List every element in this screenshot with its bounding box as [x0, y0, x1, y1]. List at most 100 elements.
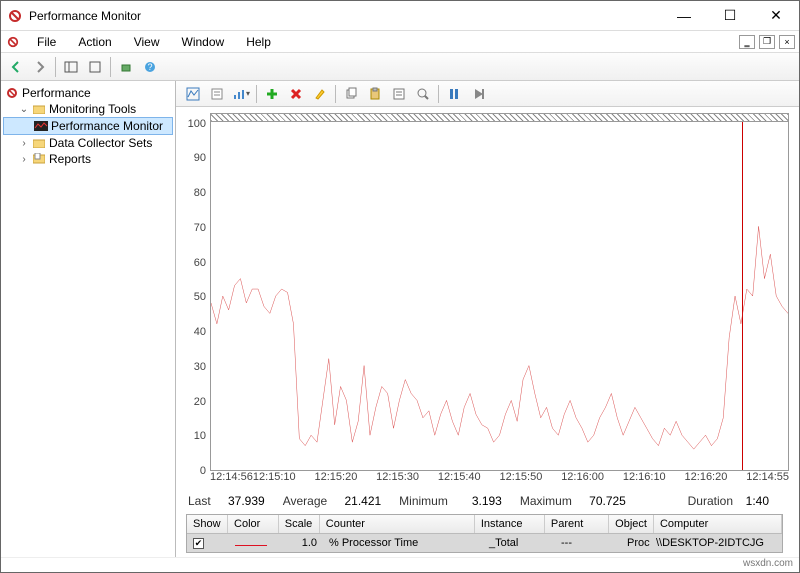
menu-file[interactable]: File	[31, 33, 62, 51]
y-tick: 0	[200, 465, 206, 477]
view-current-activity-button[interactable]	[182, 83, 204, 105]
tree-reports-label: Reports	[49, 152, 91, 166]
th-show[interactable]: Show	[187, 515, 228, 533]
navigation-tree[interactable]: Performance ⌄ Monitoring Tools Performan…	[1, 81, 176, 557]
zoom-button[interactable]	[412, 83, 434, 105]
cell-color	[229, 534, 281, 552]
back-button[interactable]	[5, 56, 27, 78]
menu-help[interactable]: Help	[240, 33, 277, 51]
view-log-data-button[interactable]	[206, 83, 228, 105]
help-icon[interactable]: ?	[139, 56, 161, 78]
maximize-button[interactable]: ☐	[707, 1, 753, 31]
tree-root-performance[interactable]: Performance	[3, 85, 173, 101]
show-hide-tree-button[interactable]	[60, 56, 82, 78]
chart-container: 0102030405060708090100 12:14:5612:15:101…	[176, 107, 799, 557]
menu-action[interactable]: Action	[72, 33, 117, 51]
app-icon	[7, 8, 23, 24]
collapse-icon[interactable]: ⌄	[19, 104, 29, 115]
th-counter[interactable]: Counter	[320, 515, 475, 533]
forward-button[interactable]	[29, 56, 51, 78]
paste-counter-list-button[interactable]	[364, 83, 386, 105]
tree-monitoring-label: Monitoring Tools	[49, 102, 136, 116]
th-color[interactable]: Color	[228, 515, 279, 533]
footer: wsxdn.com	[1, 557, 799, 572]
x-tick: 12:14:56	[210, 471, 253, 489]
app-window: Performance Monitor — ☐ ✕ File Action Vi…	[0, 0, 800, 573]
y-axis: 0102030405060708090100	[180, 113, 210, 471]
cell-computer: \\DESKTOP-2IDTCJG	[650, 534, 782, 552]
x-tick: 12:16:20	[685, 471, 747, 489]
freeze-display-button[interactable]	[443, 83, 465, 105]
close-button[interactable]: ✕	[753, 1, 799, 31]
content-pane: ▾ 0102030405060708090100	[176, 81, 799, 557]
th-instance[interactable]: Instance	[475, 515, 545, 533]
body-split: Performance ⌄ Monitoring Tools Performan…	[1, 81, 799, 557]
cell-parent: ---	[555, 534, 621, 552]
x-tick: 12:16:10	[623, 471, 685, 489]
counter-table[interactable]: Show Color Scale Counter Instance Parent…	[186, 514, 783, 553]
cell-show[interactable]: ✔	[187, 534, 229, 552]
add-counter-button[interactable]	[261, 83, 283, 105]
table-header: Show Color Scale Counter Instance Parent…	[187, 515, 782, 534]
tree-data-collector-sets[interactable]: › Data Collector Sets	[3, 135, 173, 151]
x-tick: 12:15:30	[376, 471, 438, 489]
menu-window[interactable]: Window	[176, 33, 231, 51]
stats-minimum-value: 3.193	[454, 494, 502, 508]
y-tick: 40	[194, 326, 206, 338]
footer-text: wsxdn.com	[743, 558, 793, 569]
x-tick: 12:15:10	[253, 471, 315, 489]
mdi-restore-button[interactable]: ❐	[759, 35, 775, 49]
y-tick: 70	[194, 222, 206, 234]
expand-icon[interactable]: ›	[19, 154, 29, 165]
svg-text:?: ?	[147, 62, 152, 72]
stats-last-value: 37.939	[217, 494, 265, 508]
show-checkbox[interactable]: ✔	[193, 538, 204, 549]
tree-root-label: Performance	[22, 86, 91, 100]
delete-counter-button[interactable]	[285, 83, 307, 105]
th-computer[interactable]: Computer	[654, 515, 782, 533]
update-data-button[interactable]	[467, 83, 489, 105]
th-object[interactable]: Object	[609, 515, 654, 533]
menu-view[interactable]: View	[128, 33, 166, 51]
refresh-icon[interactable]	[115, 56, 137, 78]
stats-duration-label: Duration	[688, 494, 733, 508]
color-swatch	[235, 545, 267, 546]
x-tick: 12:15:50	[500, 471, 562, 489]
stats-row: Last 37.939 Average 21.421 Minimum 3.193…	[180, 489, 789, 512]
tree-datasets-label: Data Collector Sets	[49, 136, 152, 150]
y-tick: 60	[194, 257, 206, 269]
stats-minimum-label: Minimum	[399, 494, 448, 508]
tree-reports[interactable]: › Reports	[3, 151, 173, 167]
title-bar: Performance Monitor — ☐ ✕	[1, 1, 799, 31]
highlight-button[interactable]	[309, 83, 331, 105]
stats-average-label: Average	[283, 494, 327, 508]
properties-button[interactable]	[84, 56, 106, 78]
window-title: Performance Monitor	[29, 9, 141, 23]
stats-last-label: Last	[188, 494, 211, 508]
x-axis: 12:14:5612:15:1012:15:2012:15:3012:15:40…	[180, 471, 789, 489]
table-row[interactable]: ✔ 1.0 % Processor Time _Total --- Proces…	[187, 534, 782, 552]
cell-scale: 1.0	[281, 534, 323, 552]
series-line	[211, 226, 788, 449]
copy-properties-button[interactable]	[340, 83, 362, 105]
y-tick: 20	[194, 396, 206, 408]
plot-area: 0102030405060708090100	[180, 113, 789, 471]
minimize-button[interactable]: —	[661, 1, 707, 31]
th-parent[interactable]: Parent	[545, 515, 609, 533]
stats-average-value: 21.421	[333, 494, 381, 508]
stats-duration-value: 1:40	[739, 494, 769, 508]
x-tick: 12:15:20	[315, 471, 377, 489]
properties-button-chart[interactable]	[388, 83, 410, 105]
th-scale[interactable]: Scale	[279, 515, 320, 533]
menu-bar: File Action View Window Help ‗ ❐ ×	[1, 31, 799, 53]
mdi-close-button[interactable]: ×	[779, 35, 795, 49]
mdi-minimize-button[interactable]: ‗	[739, 35, 755, 49]
expand-icon[interactable]: ›	[19, 138, 29, 149]
x-tick: 12:16:00	[561, 471, 623, 489]
performance-icon	[5, 86, 19, 100]
reports-icon	[32, 152, 46, 166]
line-chart[interactable]	[210, 113, 789, 471]
tree-performance-monitor[interactable]: Performance Monitor	[3, 117, 173, 135]
change-graph-type-button[interactable]: ▾	[230, 83, 252, 105]
tree-monitoring-tools[interactable]: ⌄ Monitoring Tools	[3, 101, 173, 117]
